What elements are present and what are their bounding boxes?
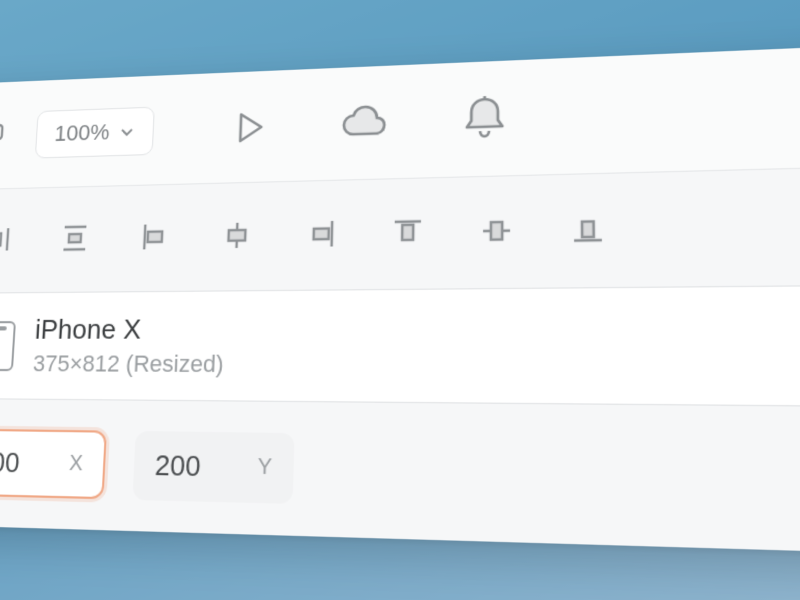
frame-name: iPhone X <box>34 313 225 346</box>
zoom-select[interactable]: 100% <box>35 107 155 159</box>
play-icon[interactable] <box>222 99 279 156</box>
distribute-horizontal-icon[interactable] <box>0 219 18 260</box>
align-right-icon[interactable] <box>299 212 343 255</box>
x-label: X <box>68 452 83 477</box>
top-toolbar: 100% <box>0 44 800 192</box>
zoom-value: 100% <box>54 119 110 147</box>
cloud-icon[interactable] <box>336 94 395 152</box>
align-center-v-icon[interactable] <box>474 209 519 253</box>
position-fields: 100 X 200 Y <box>0 399 800 555</box>
device-phone-icon <box>0 321 16 371</box>
y-value: 200 <box>154 449 201 484</box>
properties-panel: 100% <box>0 44 800 555</box>
chevron-down-icon <box>119 123 136 140</box>
distribute-vertical-icon[interactable] <box>54 217 96 259</box>
x-value: 100 <box>0 446 20 480</box>
align-left-icon[interactable] <box>134 216 176 258</box>
x-input[interactable]: 100 X <box>0 429 107 500</box>
frame-dimensions: 375×812 (Resized) <box>32 350 224 378</box>
y-input[interactable]: 200 Y <box>132 431 294 504</box>
frame-preset-selector[interactable]: iPhone X 375×812 (Resized) <box>0 285 800 407</box>
align-bottom-icon[interactable] <box>565 207 612 252</box>
frame-info: iPhone X 375×812 (Resized) <box>32 313 225 379</box>
y-label: Y <box>257 455 272 481</box>
bell-icon[interactable] <box>455 90 515 149</box>
components-icon[interactable] <box>0 117 11 156</box>
align-center-h-icon[interactable] <box>215 214 258 257</box>
align-top-icon[interactable] <box>386 210 430 254</box>
